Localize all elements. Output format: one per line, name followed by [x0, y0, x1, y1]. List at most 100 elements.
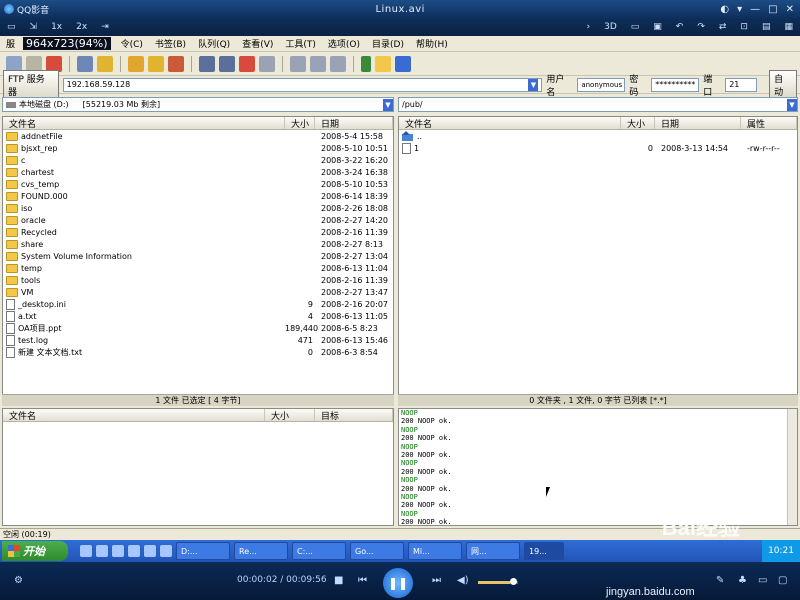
local-file-row[interactable]: Recycled 2008-2-16 11:39 [3, 226, 393, 238]
auto-button[interactable]: 自动 [769, 69, 798, 100]
menu-item-tools[interactable]: 工具(T) [279, 37, 322, 50]
rotate-left-icon[interactable]: ↶ [669, 22, 691, 32]
tools-icon[interactable]: ⚙ [14, 575, 23, 586]
local-file-row[interactable]: 新建 文本文档.txt 0 2008-6-3 8:54 [3, 346, 393, 358]
clock[interactable]: 10:21 [768, 546, 794, 556]
stop-icon[interactable]: ■ [334, 575, 343, 586]
minimize-icon[interactable]: — [750, 4, 760, 15]
remote-path-dropdown-icon[interactable]: ▼ [787, 98, 797, 111]
menu-item-help[interactable]: 帮助(H) [410, 37, 454, 50]
equalizer-icon[interactable]: ♣ [738, 575, 747, 586]
local-col-date[interactable]: 日期 [315, 117, 393, 130]
quick-launch-icon[interactable] [144, 545, 156, 557]
local-file-row[interactable]: FOUND.000 2008-6-14 18:39 [3, 190, 393, 202]
snapshot-icon[interactable]: ▤ [755, 22, 778, 32]
settings-icon[interactable]: ✎ [716, 575, 724, 586]
local-file-row[interactable]: System Volume Information 2008-2-27 13:04 [3, 250, 393, 262]
refresh-icon[interactable] [395, 55, 411, 72]
remote-path-select[interactable]: /pub/ ▼ [398, 97, 798, 112]
download-icon[interactable] [128, 55, 144, 72]
next-frame-icon[interactable]: › [579, 22, 597, 32]
close-icon[interactable]: ✕ [786, 4, 794, 15]
quick-connect-icon[interactable] [97, 55, 113, 72]
menu-item-session[interactable]: 服 [0, 37, 21, 50]
maximize-icon[interactable]: □ [768, 4, 777, 15]
port-input[interactable]: 21 [725, 77, 758, 92]
log-scrollbar[interactable] [787, 409, 797, 525]
taskbar-item-19[interactable]: 19... [524, 542, 564, 560]
taskbar-item-net[interactable]: 网... [466, 542, 520, 560]
audio-icon[interactable]: ▦ [777, 22, 800, 32]
quick-launch-icon[interactable] [96, 545, 108, 557]
fullscreen-toggle-icon[interactable]: ▢ [778, 575, 787, 586]
remote-col-attr[interactable]: 属性 [741, 117, 797, 130]
local-col-name[interactable]: 文件名 [3, 117, 285, 130]
queue-col-size[interactable]: 大小 [265, 409, 315, 422]
local-file-row[interactable]: temp 2008-6-13 11:04 [3, 262, 393, 274]
site-manager-icon[interactable] [77, 55, 93, 72]
playlist-icon[interactable]: ▭ [0, 22, 23, 32]
previous-icon[interactable]: ⏮ [358, 575, 367, 586]
speed-1x-button[interactable]: 1x [44, 22, 69, 32]
delete-icon[interactable] [239, 55, 255, 72]
taskbar-item-go[interactable]: Go... [350, 542, 404, 560]
local-col-size[interactable]: 大小 [285, 117, 315, 130]
quick-launch-icon[interactable] [112, 545, 124, 557]
volume-knob[interactable] [510, 578, 517, 585]
quick-launch-icon[interactable] [80, 545, 92, 557]
local-file-row[interactable]: test.log 471 2008-6-13 15:46 [3, 334, 393, 346]
local-file-row[interactable]: share 2008-2-27 8:13 [3, 238, 393, 250]
local-file-row[interactable]: chartest 2008-3-24 16:38 [3, 166, 393, 178]
menu-item-view[interactable]: 查看(V) [236, 37, 279, 50]
menu-item-queue[interactable]: 队列(Q) [192, 37, 236, 50]
local-file-row[interactable]: oracle 2008-2-27 14:20 [3, 214, 393, 226]
quick-launch-icon[interactable] [160, 545, 172, 557]
speed-2x-button[interactable]: 2x [69, 22, 94, 32]
menu-item-command[interactable]: 令(C) [115, 37, 149, 50]
parent-dir-icon[interactable] [361, 55, 371, 72]
local-file-row[interactable]: c 2008-3-22 16:20 [3, 154, 393, 166]
local-file-row[interactable]: cvs_temp 2008-5-10 10:53 [3, 178, 393, 190]
playlist-toggle-icon[interactable]: ▭ [758, 575, 767, 586]
flip-icon[interactable]: ⇄ [712, 22, 734, 32]
local-drive-select[interactable]: 本地磁盘 (D:) [55219.03 Mb 剩余] ▼ [2, 97, 394, 112]
next-icon[interactable]: ⏭ [432, 575, 441, 586]
new-folder-icon[interactable] [375, 55, 391, 72]
pause-button[interactable]: ❚❚ [383, 568, 413, 598]
menu-item-options[interactable]: 选项(O) [322, 37, 366, 50]
fullscreen-icon[interactable]: ▣ [646, 22, 669, 32]
local-file-row[interactable]: _desktop.ini 9 2008-2-16 20:07 [3, 298, 393, 310]
menu-icon[interactable]: ▾ [737, 4, 742, 15]
ftp-server-button[interactable]: FTP 服务器 [3, 69, 59, 100]
local-file-row[interactable]: addnetFile 2008-5-4 15:58 [3, 130, 393, 142]
taskbar-item-mi[interactable]: Mi... [408, 542, 462, 560]
transfer-queue[interactable]: 文件名 大小 目标 [2, 408, 394, 526]
local-file-row[interactable]: iso 2008-2-26 18:08 [3, 202, 393, 214]
stop-transfer-icon[interactable] [168, 55, 184, 72]
rename-icon[interactable] [310, 55, 326, 72]
edit-icon[interactable] [219, 55, 235, 72]
screen-icon[interactable]: ▭ [624, 22, 647, 32]
volume-icon[interactable]: ◀) [457, 575, 469, 586]
local-file-row[interactable]: bjsxt_rep 2008-5-10 10:51 [3, 142, 393, 154]
quick-launch-icon[interactable] [128, 545, 140, 557]
remote-file-row[interactable]: .. [399, 130, 797, 142]
sync-icon[interactable] [330, 55, 346, 72]
log-icon[interactable] [290, 55, 306, 72]
taskbar-item-explorer[interactable]: D:... [176, 542, 230, 560]
pin-icon[interactable]: ⇥ [94, 22, 116, 32]
host-input[interactable]: 192.168.59.128 ▼ [62, 77, 543, 92]
local-file-row[interactable]: tools 2008-2-16 11:39 [3, 274, 393, 286]
upload-icon[interactable] [148, 55, 164, 72]
local-file-row[interactable]: OA项目.ppt 189,440 2008-6-5 8:23 [3, 322, 393, 334]
rotate-right-icon[interactable]: ↷ [690, 22, 712, 32]
username-input[interactable]: anonymous [577, 77, 626, 92]
3d-button[interactable]: 3D [597, 22, 624, 32]
start-button[interactable]: 开始 [2, 541, 68, 561]
local-drive-dropdown-icon[interactable]: ▼ [383, 98, 393, 111]
remote-col-name[interactable]: 文件名 [399, 117, 621, 130]
remote-file-list[interactable]: 文件名 大小 日期 属性 .. 1 0 2008-3-13 14:54 -rw-r--r… [398, 116, 798, 398]
remote-file-row[interactable]: 1 0 2008-3-13 14:54 -rw-r--r-- [399, 142, 797, 154]
remote-col-date[interactable]: 日期 [655, 117, 741, 130]
command-log[interactable]: NOOP 200 NOOP ok. NOOP 200 NOOP ok. NOOP 200 … [398, 408, 798, 526]
